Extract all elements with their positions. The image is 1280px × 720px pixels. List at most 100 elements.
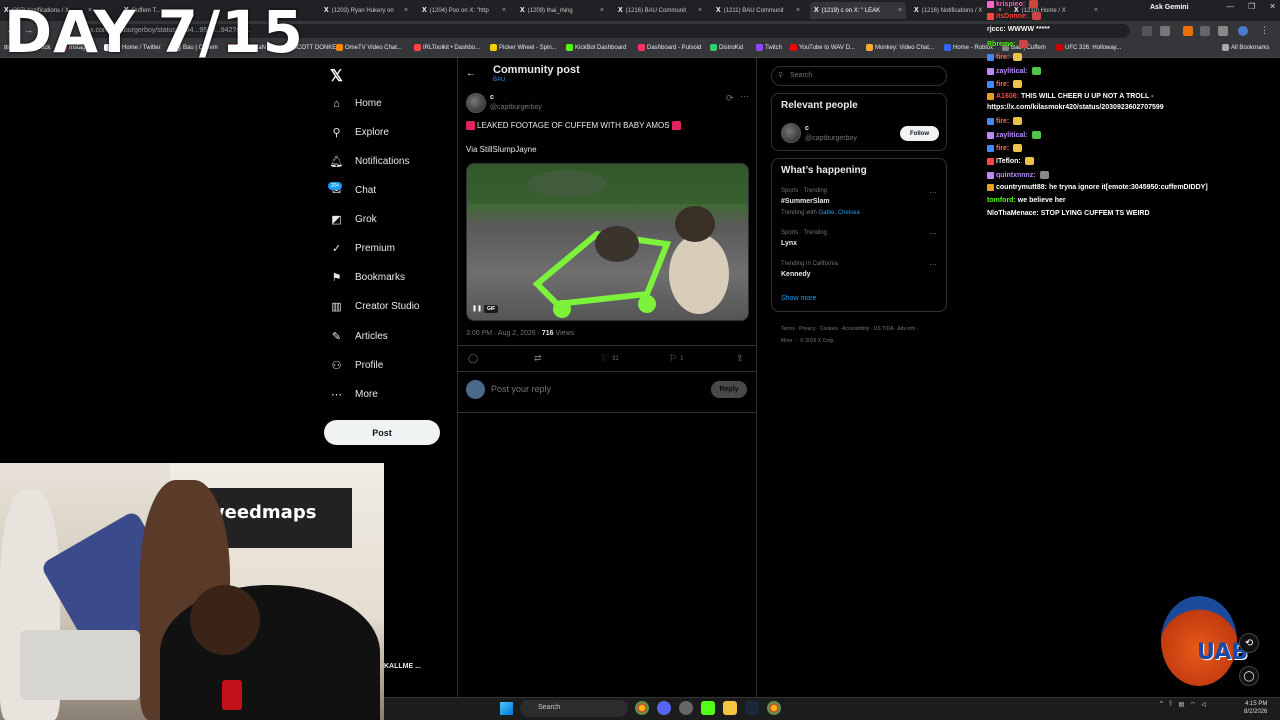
bookmark-item[interactable]: All Bookmarks [1222, 44, 1269, 51]
app-icon[interactable] [679, 701, 693, 715]
nav-premium[interactable]: ✓ Premium [330, 242, 395, 255]
post-button[interactable]: Post [324, 420, 440, 445]
taskbar-search[interactable]: Search [520, 700, 628, 717]
extension-icon[interactable] [1183, 26, 1193, 36]
maximize-icon[interactable]: ❐ [1248, 2, 1255, 11]
bookmark-item[interactable]: YouTube to WAV D... [790, 44, 855, 51]
chrome-icon[interactable] [635, 701, 649, 715]
show-more-link[interactable]: Show more [781, 295, 816, 302]
x-logo-icon[interactable]: 𝕏 [330, 66, 343, 86]
x-logo-icon: X [914, 7, 919, 14]
nav-notifications[interactable]: 🔔︎ Notifications [330, 155, 410, 168]
chevron-up-icon[interactable]: ^ [1160, 701, 1163, 708]
file-explorer-icon[interactable] [723, 701, 737, 715]
back-arrow-icon[interactable]: ← [466, 68, 476, 79]
author-handle[interactable]: @captburgerboy [490, 104, 542, 111]
bookmark-item[interactable]: DistroKid [710, 44, 743, 51]
premium-icon: ✓ [331, 243, 342, 255]
browser-tab[interactable]: X (1204) Poo on X: "http × [418, 2, 510, 19]
trend-title[interactable]: Kennedy [781, 271, 811, 278]
minimize-icon[interactable]: — [1226, 2, 1234, 11]
nav-more[interactable]: ⋯ More [330, 388, 378, 401]
ask-gemini-button[interactable]: Ask Gemini [1150, 4, 1189, 11]
browser-tab[interactable]: X (1203) Ryan Hukery on × [320, 2, 412, 19]
kebab-menu-icon[interactable]: ⋮ [1260, 25, 1269, 36]
extension-icon[interactable] [1142, 26, 1152, 36]
bookmark-item[interactable]: Dashboard - Pulsoid [638, 44, 701, 51]
trend-more-icon[interactable]: ⋯ [929, 188, 937, 197]
reply-action[interactable]: ◯ [468, 353, 478, 364]
bookmark-item[interactable]: UFC 326: Holloway... [1056, 44, 1121, 51]
close-icon[interactable]: × [600, 7, 604, 14]
bookmark-item[interactable]: KickBot Dashboard [566, 44, 626, 51]
extension-icon[interactable] [1218, 26, 1228, 36]
bookmark-item[interactable]: Monkey: Video Chat... [866, 44, 934, 51]
profile-avatar[interactable] [1238, 26, 1248, 36]
browser-tab[interactable]: X (1211) BAU Communit × [712, 2, 804, 19]
close-icon[interactable]: × [898, 7, 902, 14]
browser-tab-active[interactable]: X (1219) c on X: " LEAK × [810, 2, 906, 19]
chrome-icon[interactable] [767, 701, 781, 715]
close-icon[interactable]: × [502, 7, 506, 14]
browser-tab[interactable]: X (1216) BAU Communit × [614, 2, 706, 19]
reply-input[interactable] [491, 384, 691, 394]
discord-icon[interactable] [657, 701, 671, 715]
kick-icon[interactable] [701, 701, 715, 715]
trend-title[interactable]: #SummerSlam [781, 198, 830, 205]
follow-button[interactable]: Follow [900, 126, 939, 141]
relevant-name[interactable]: c [805, 125, 809, 132]
author-avatar[interactable] [466, 93, 486, 113]
windows-start-icon[interactable] [500, 702, 513, 715]
extension-icon[interactable] [1160, 26, 1170, 36]
bookmark-item[interactable]: IRLToolkit • Dashbo... [414, 44, 480, 51]
bookmark-item[interactable]: OmeTV Video Chat... [336, 44, 402, 51]
bluetooth-icon[interactable]: ᛒ [1169, 701, 1173, 708]
relevant-handle[interactable]: @captburgerboy [805, 135, 857, 142]
network-icon[interactable]: ▤ [1178, 701, 1184, 708]
bookmark-item[interactable]: Picker Wheel - Spin... [490, 44, 557, 51]
nav-grok[interactable]: ◩ Grok [330, 213, 376, 226]
bookmark-item[interactable]: Twitch [756, 44, 782, 51]
nav-profile[interactable]: ⚇ Profile [330, 359, 384, 372]
extension-icon[interactable] [1200, 26, 1210, 36]
user-avatar[interactable] [466, 380, 485, 399]
share-action[interactable]: ⇪ [736, 353, 744, 364]
post-gif-media[interactable] [466, 163, 749, 321]
close-icon[interactable]: × [1094, 7, 1098, 14]
nav-bookmarks[interactable]: ⚑ Bookmarks [330, 271, 405, 284]
like-action[interactable]: ♡ 31 [601, 353, 619, 364]
wifi-icon[interactable]: ◠ [1190, 701, 1195, 708]
nav-home[interactable]: ⌂ Home [330, 97, 382, 110]
footer-links[interactable]: Terms · Privacy · Cookies · Accessibilit… [781, 323, 931, 347]
close-window-icon[interactable]: ✕ [1269, 2, 1276, 11]
volume-icon[interactable]: ◁ [1201, 701, 1206, 708]
grok-explain-icon[interactable]: ⟳ [726, 93, 734, 104]
close-icon[interactable]: × [404, 7, 408, 14]
gif-badge: GIF [484, 305, 499, 313]
taskbar-clock[interactable]: 4:15 PM 8/2/2026 [1244, 700, 1267, 716]
reply-button[interactable]: Reply [711, 381, 747, 398]
close-icon[interactable]: × [698, 7, 702, 14]
close-icon[interactable]: × [796, 7, 800, 14]
nav-explore[interactable]: ⚲ Explore [330, 126, 388, 139]
post-more-icon[interactable]: ⋯ [740, 91, 749, 102]
relevant-avatar[interactable] [781, 123, 801, 143]
day-counter-overlay: DAY 7/15 [4, 0, 304, 66]
bookmark-action[interactable]: ⚐ 1 [669, 353, 683, 364]
chat-message: A1606: THIS WILL CHEER U UP NOT A TROLL - [987, 93, 1153, 100]
pause-icon[interactable]: ❚❚ [472, 305, 482, 312]
trend-more-icon[interactable]: ⋯ [929, 229, 937, 238]
trend-title[interactable]: Lynx [781, 240, 797, 247]
steam-icon[interactable] [745, 701, 759, 715]
browser-tab[interactable]: X (1209) thai_ming × [516, 2, 608, 19]
nav-articles[interactable]: ✎ Articles [330, 330, 388, 343]
messages-side-icon[interactable]: ◯ [1239, 666, 1259, 686]
grok-side-icon[interactable]: ⟲ [1239, 633, 1259, 653]
author-name[interactable]: c [490, 94, 494, 101]
bookmark-item[interactable]: Home - Roblox [944, 44, 993, 51]
trend-more-icon[interactable]: ⋯ [929, 260, 937, 269]
nav-creator-studio[interactable]: ▥ Creator Studio [330, 300, 419, 313]
repost-action[interactable]: ⇄ [534, 353, 542, 364]
search-input[interactable]: Search [771, 66, 947, 86]
community-link[interactable]: BAU [493, 77, 505, 83]
